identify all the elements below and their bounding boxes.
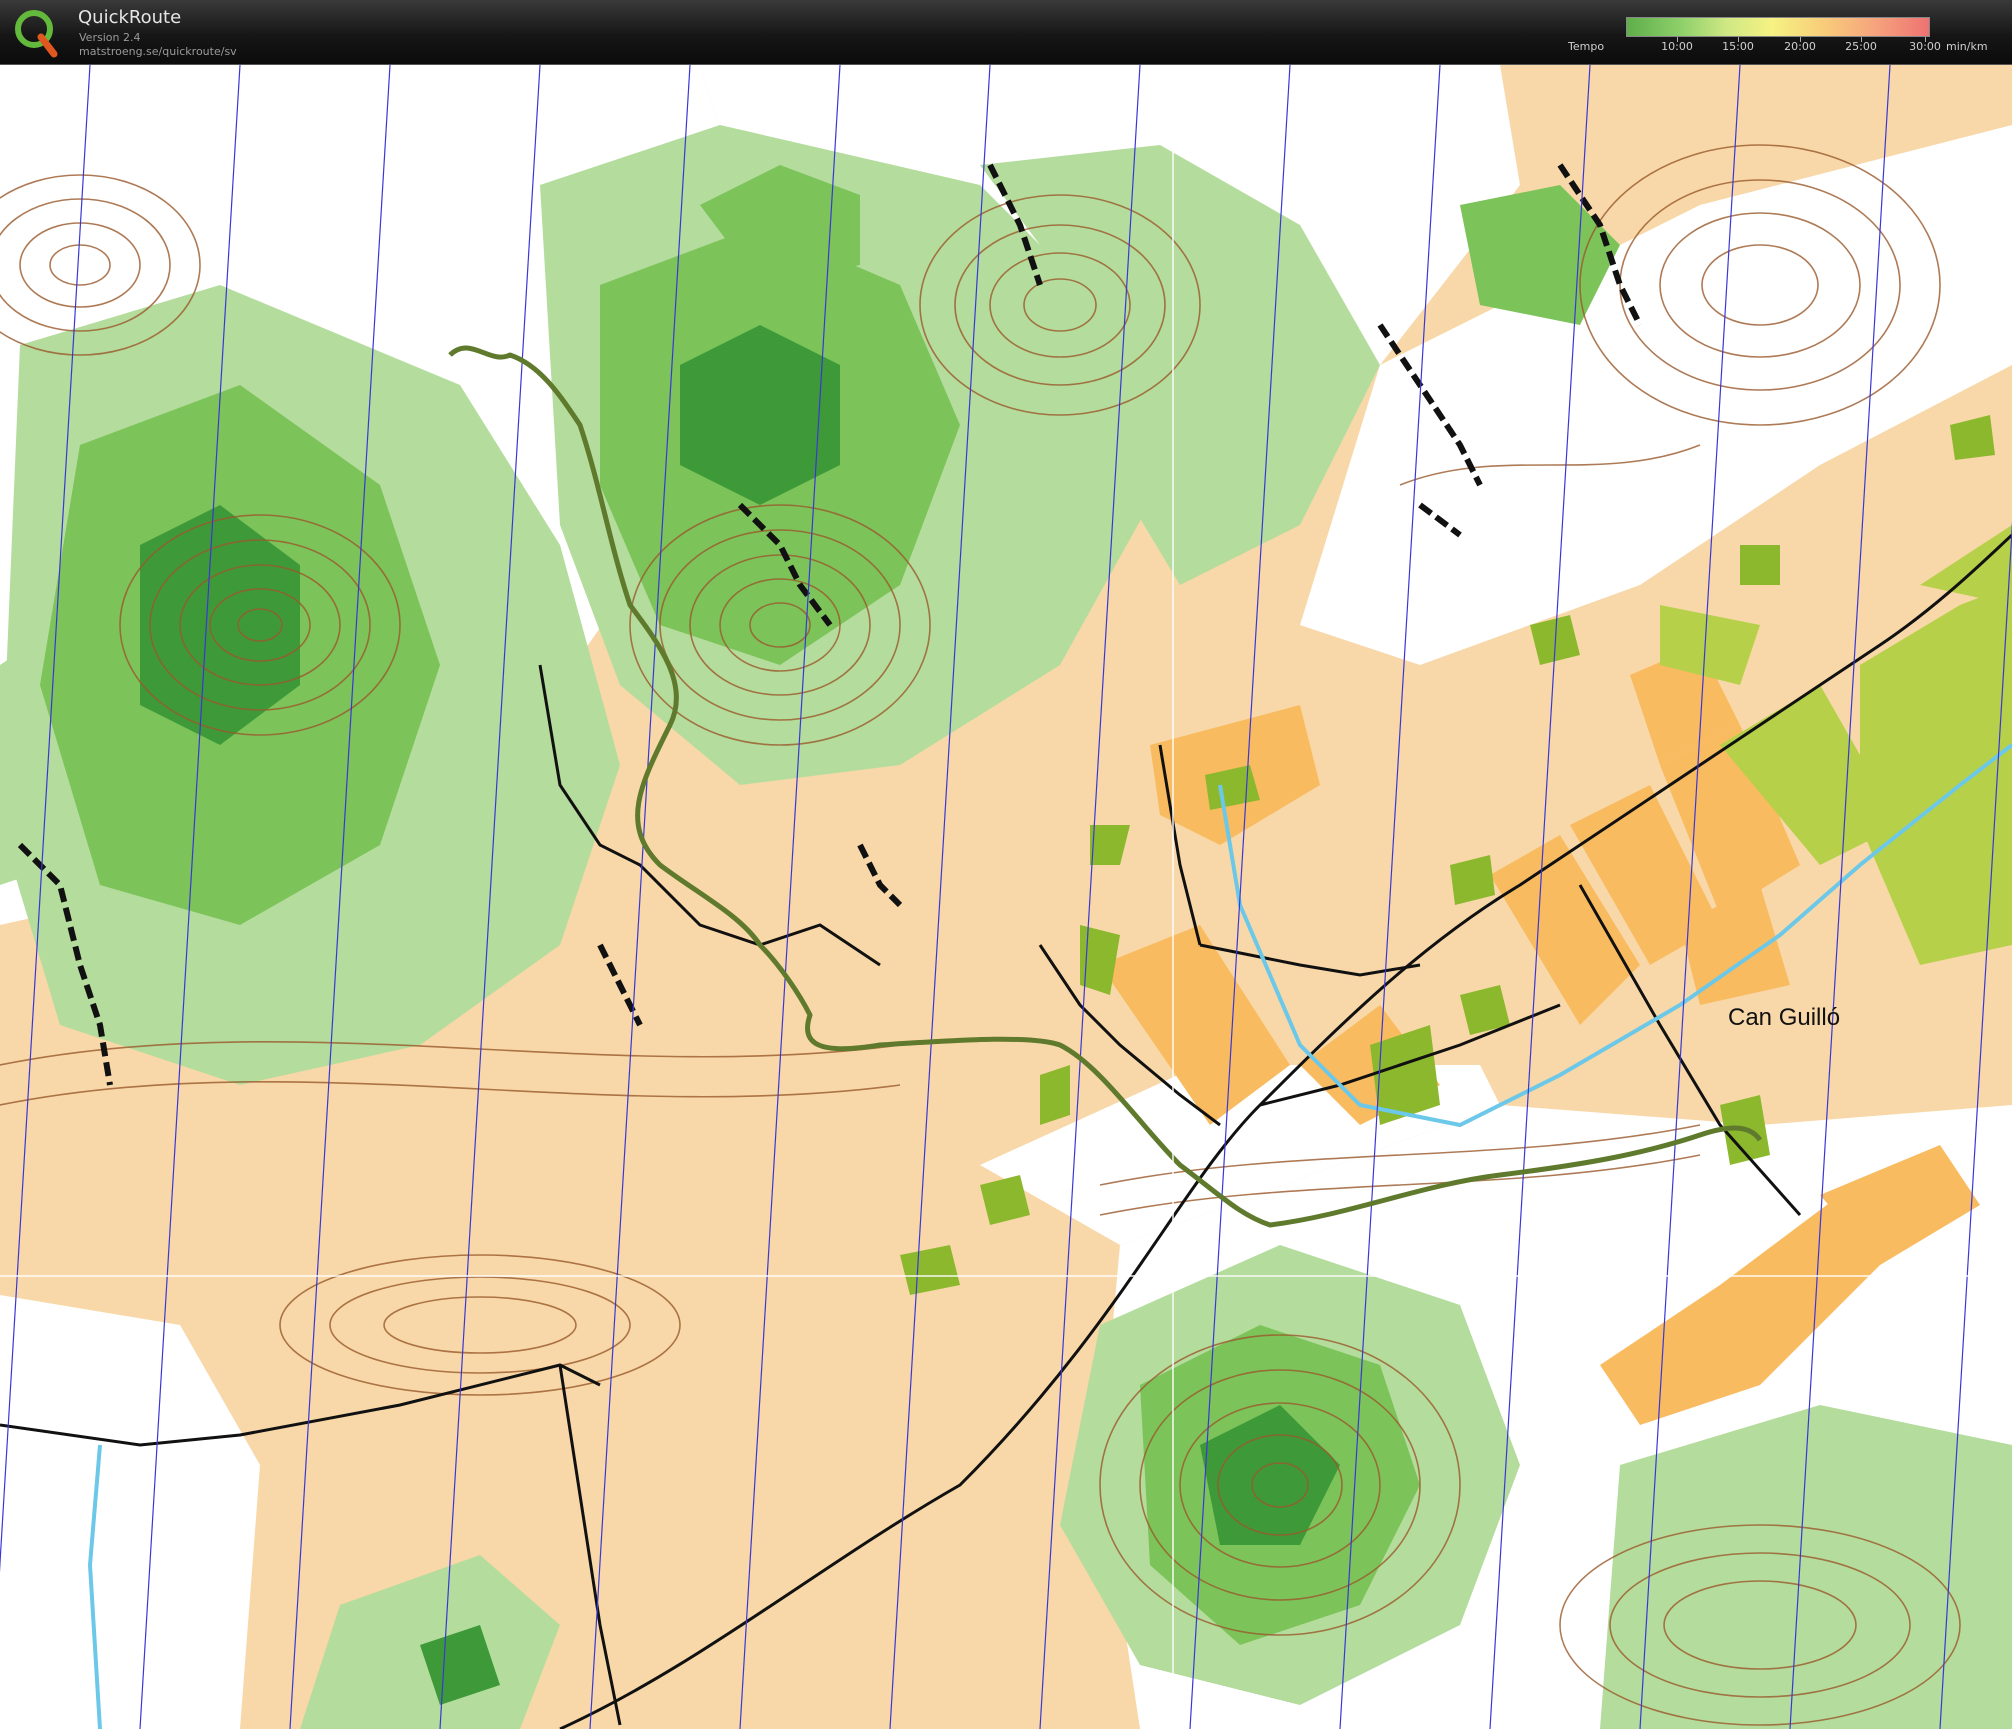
legend-tick-label: 30:00 (1909, 40, 1941, 53)
legend-label: Tempo (1568, 40, 1605, 53)
place-name-label: Can Guilló (1728, 1004, 1840, 1031)
orienteering-map[interactable]: Can Guilló (0, 65, 2012, 1729)
legend-tick-label: 15:00 (1722, 40, 1754, 53)
title-bar: QuickRoute Version 2.4 matstroeng.se/qui… (0, 0, 2012, 65)
legend-tick-label: 25:00 (1845, 40, 1877, 53)
pace-color-scale (1626, 17, 1930, 37)
legend-unit: min/km (1946, 40, 1988, 53)
legend-tick-label: 10:00 (1661, 40, 1693, 53)
app-version: Version 2.4 (79, 31, 141, 44)
app-title: QuickRoute (78, 7, 182, 28)
quickroute-logo-icon (15, 10, 58, 58)
legend-tick-label: 20:00 (1784, 40, 1816, 53)
app-url[interactable]: matstroeng.se/quickroute/sv (79, 45, 237, 58)
